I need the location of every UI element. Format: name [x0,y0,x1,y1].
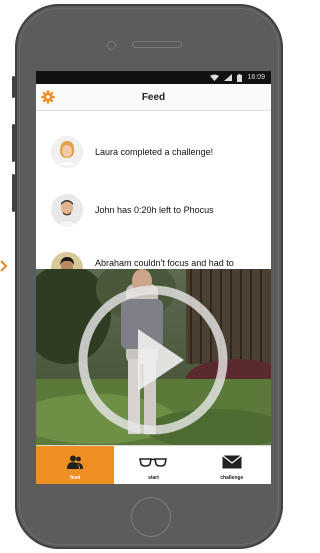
home-button[interactable] [131,497,171,537]
mute-switch [12,76,15,98]
people-icon [66,453,84,471]
avatar [51,194,83,226]
feed-item-text: Laura completed a challenge! [95,147,214,157]
tab-challenge[interactable]: challenge [193,446,271,484]
signal-icon [224,74,233,81]
wifi-icon [210,74,220,81]
tab-label: challenge [220,475,244,481]
page-title: Feed [141,91,166,103]
feed-item-text: John has 0:20h left to Phocus [95,205,214,215]
feed-item-laura[interactable]: Laura completed a challenge! [36,127,271,177]
tab-bar: feed start challenge [36,445,271,484]
battery-icon [237,73,243,82]
tab-start[interactable]: start [114,446,192,484]
volume-down-button [12,174,15,212]
envelope-icon [221,453,242,471]
earpiece-speaker [132,41,182,48]
front-camera [107,41,116,50]
tab-label: feed [70,475,81,481]
gear-icon[interactable] [41,90,55,104]
video-player[interactable] [36,269,271,446]
status-time: 16:09 [247,74,265,81]
avatar [51,136,83,168]
feed-item-john[interactable]: John has 0:20h left to Phocus [36,185,271,235]
tab-label: start [148,475,159,481]
app-screen: 16:09 Feed Laura completed a challenge! … [36,71,271,484]
glasses-icon [139,453,168,471]
tab-feed[interactable]: feed [36,446,115,484]
video-thumbnail [36,269,271,446]
volume-up-button [12,124,15,162]
navigation-bar: Feed [36,84,271,111]
side-arrow-icon [0,260,8,272]
status-bar: 16:09 [36,71,271,84]
